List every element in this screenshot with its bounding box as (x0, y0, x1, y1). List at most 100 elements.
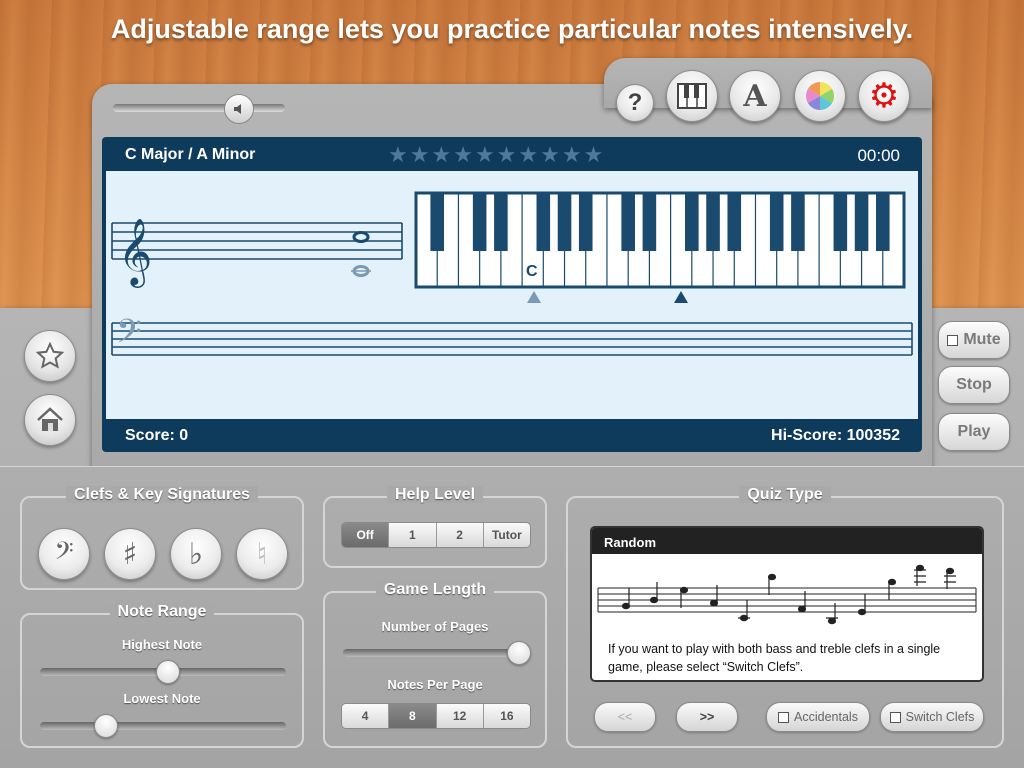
help-level-group: Help Level Off 1 2 Tutor (323, 486, 547, 568)
black-key[interactable] (791, 193, 805, 251)
notes-option-8[interactable]: 8 (389, 704, 437, 728)
rating-star-icon: ★ (540, 142, 562, 167)
lowest-note-label: Lowest Note (123, 691, 201, 706)
note-range-title: Note Range (109, 603, 215, 620)
clefs-group: Clefs & Key Signatures 𝄢 ♯ ♭ ♮ (20, 486, 304, 590)
screen-header: C Major / A Minor ★★★★★★★★★★ 00:00 (102, 137, 922, 171)
lowest-note-knob[interactable] (94, 714, 118, 738)
accidentals-label: Accidentals (794, 710, 858, 724)
note-range-group: Note Range Highest Note Lowest Note (20, 603, 304, 748)
mute-button[interactable]: Mute (938, 321, 1010, 359)
next-quiz-button[interactable]: >> (676, 702, 738, 732)
rating-star-icon: ★ (453, 142, 475, 167)
piano-keys-icon[interactable] (666, 70, 718, 122)
black-key[interactable] (875, 193, 890, 251)
quiz-card-title: Random (592, 528, 982, 554)
stop-button[interactable]: Stop (938, 366, 1010, 404)
bass-staff (111, 322, 913, 356)
rating-star-icon: ★ (561, 142, 584, 167)
screen-body: 𝄞 𝄢 C (106, 171, 918, 419)
flat-button[interactable]: ♭ (170, 528, 222, 580)
black-key[interactable] (727, 193, 742, 251)
switch-clefs-label: Switch Clefs (905, 710, 975, 724)
black-key[interactable] (494, 193, 508, 251)
rating-star-icon: ★ (431, 142, 454, 167)
black-key[interactable] (430, 193, 445, 251)
switch-clefs-toggle[interactable]: Switch Clefs (880, 702, 984, 732)
play-button[interactable]: Play (938, 413, 1010, 451)
quiz-staff-preview (597, 564, 977, 625)
star-rating: ★★★★★★★★★★ (388, 142, 605, 168)
notes-option-12[interactable]: 12 (436, 704, 484, 728)
mute-label: Mute (963, 331, 1001, 348)
prev-quiz-button[interactable]: << (594, 702, 656, 732)
black-key[interactable] (642, 193, 657, 251)
black-key[interactable] (472, 193, 487, 251)
help-option-2[interactable]: 2 (436, 523, 484, 547)
natural-button[interactable]: ♮ (236, 528, 288, 580)
font-button[interactable]: A (729, 70, 781, 122)
rating-star-icon: ★ (496, 142, 519, 167)
pages-slider[interactable] (343, 649, 529, 657)
notes-per-page-selector[interactable]: 4 8 12 16 (341, 703, 531, 729)
help-button[interactable]: ? (616, 84, 654, 122)
pages-knob[interactable] (507, 641, 531, 665)
key-signature-label: C Major / A Minor (125, 146, 256, 163)
volume-slider[interactable] (113, 104, 285, 112)
help-level-selector[interactable]: Off 1 2 Tutor (341, 522, 531, 548)
quiz-description: If you want to play with both bass and t… (608, 642, 941, 674)
rating-star-icon: ★ (409, 142, 432, 167)
rating-star-icon: ★ (388, 142, 410, 167)
help-level-title: Help Level (386, 486, 484, 503)
black-key[interactable] (706, 193, 720, 251)
game-length-group: Game Length Number of Pages Notes Per Pa… (323, 581, 547, 748)
black-key[interactable] (536, 193, 551, 251)
black-key[interactable] (578, 193, 593, 251)
range-low-marker[interactable] (527, 291, 541, 303)
home-icon[interactable] (24, 394, 76, 446)
play-label: Play (957, 423, 991, 440)
font-label: A (743, 78, 767, 114)
switch-clefs-checkbox[interactable] (889, 711, 901, 723)
help-option-tutor[interactable]: Tutor (483, 523, 530, 547)
black-key[interactable] (621, 193, 635, 251)
timer: 00:00 (857, 146, 900, 165)
speaker-icon[interactable] (224, 94, 254, 124)
quiz-card[interactable]: Random If you want to play with both bas… (590, 526, 984, 682)
help-option-1[interactable]: 1 (389, 523, 437, 547)
help-option-off[interactable]: Off (342, 523, 390, 547)
highest-note-knob[interactable] (156, 660, 180, 684)
notes-option-4[interactable]: 4 (342, 704, 390, 728)
stop-label: Stop (956, 376, 992, 393)
hiscore-label: Hi-Score: 100352 (771, 427, 900, 444)
score-label: Score: 0 (125, 427, 189, 444)
gear-icon[interactable]: ⚙ (858, 70, 910, 122)
black-key[interactable] (557, 193, 572, 251)
help-label: ? (627, 89, 643, 116)
black-key[interactable] (685, 193, 699, 251)
star-icon[interactable] (24, 330, 76, 382)
next-label: >> (699, 710, 715, 724)
range-high-marker[interactable] (674, 291, 688, 303)
game-length-title: Game Length (375, 581, 495, 598)
prev-label: << (617, 710, 633, 724)
lowest-note-slider[interactable] (40, 722, 286, 730)
piano-keyboard[interactable] (414, 191, 906, 289)
notes-option-16[interactable]: 16 (483, 704, 530, 728)
accidentals-checkbox[interactable] (778, 711, 790, 723)
color-wheel-icon[interactable] (794, 70, 846, 122)
note-label: C (526, 263, 538, 280)
black-key[interactable] (854, 193, 869, 251)
black-key[interactable] (833, 193, 848, 251)
mute-checkbox[interactable] (947, 334, 959, 346)
pages-label: Number of Pages (381, 619, 489, 634)
sharp-button[interactable]: ♯ (104, 528, 156, 580)
rating-star-icon: ★ (474, 142, 497, 167)
screen-footer: Score: 0 Hi-Score: 100352 (102, 419, 922, 452)
clefs-title: Clefs & Key Signatures (65, 486, 259, 503)
black-key[interactable] (769, 193, 784, 251)
headline: Adjustable range lets you practice parti… (110, 14, 914, 44)
bass-clef-button[interactable]: 𝄢 (38, 528, 90, 580)
accidentals-toggle[interactable]: Accidentals (766, 702, 870, 732)
notes-per-page-label: Notes Per Page (387, 677, 483, 692)
